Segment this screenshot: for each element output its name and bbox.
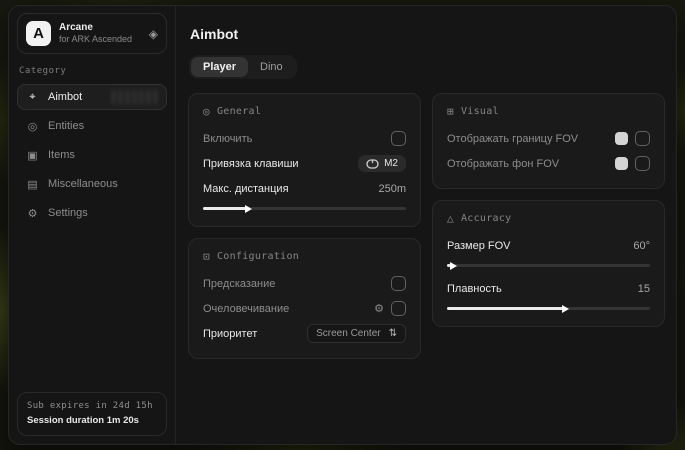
items-icon: ▣ [26,149,39,162]
gear-icon: ⚙ [26,207,39,220]
slider-thumb[interactable] [450,262,457,270]
tab-dino[interactable]: Dino [248,57,295,77]
brand-card: A Arcane for ARK Ascended ◈ [17,13,167,54]
sidebar-item-label: Settings [48,207,88,219]
fov-border-label: Отображать границу FOV [447,133,578,145]
fov-size-label: Размер FOV [447,240,510,252]
sidebar-item-miscellaneous[interactable]: ▤ Miscellaneous [17,171,167,197]
subscription-card: Sub expires in 24d 15h Session duration … [17,392,167,436]
panel-title: Configuration [217,251,299,262]
sub-expires-text: Sub expires in 24d 15h [27,400,157,414]
priority-select[interactable]: Screen Center ⇅ [307,324,406,343]
humanize-checkbox[interactable] [391,301,406,316]
prediction-checkbox[interactable] [391,276,406,291]
main-content: Aimbot Player Dino ◎ General Включить [176,6,677,444]
keybind-button[interactable]: M2 [358,155,406,172]
smoothness-label: Плавность [447,283,502,295]
sidebar-item-label: Entities [48,120,84,132]
panel-general: ◎ General Включить Привязка клавиши [188,93,421,227]
cheat-menu-window: A Arcane for ARK Ascended ◈ Category ⌖ A… [8,5,677,445]
panel-accuracy: △ Accuracy Размер FOV 60° Плавно [432,200,665,327]
panel-title: Accuracy [461,213,512,224]
sidebar-item-label: Aimbot [48,91,82,103]
fov-background-checkbox[interactable] [635,156,650,171]
panel-configuration: ⊡ Configuration Предсказание Очеловечива… [188,238,421,359]
brand-logo: A [26,21,51,46]
sidebar-item-label: Miscellaneous [48,178,118,190]
panel-title: Visual [461,106,499,117]
fov-size-value: 60° [633,240,650,252]
enable-checkbox[interactable] [391,131,406,146]
priority-value: Screen Center [316,328,380,339]
humanize-settings-icon[interactable]: ⚙ [374,302,384,315]
page-title: Aimbot [190,26,665,42]
accuracy-icon: △ [447,212,454,225]
prediction-label: Предсказание [203,278,275,290]
configuration-icon: ⊡ [203,250,210,263]
fov-size-slider[interactable] [447,261,650,270]
category-label: Category [19,66,165,76]
fov-background-label: Отображать фон FOV [447,158,559,170]
select-arrows-icon: ⇅ [389,328,397,339]
target-icon[interactable]: ◈ [149,27,158,41]
priority-label: Приоритет [203,328,257,340]
tab-bar: Player Dino [189,55,297,79]
enable-label: Включить [203,133,252,145]
watermark [112,90,160,104]
fov-background-color-swatch[interactable] [615,157,628,170]
entities-icon: ◎ [26,120,39,133]
brand-subtitle: for ARK Ascended [59,34,141,45]
slider-thumb[interactable] [562,305,569,313]
category-nav: ⌖ Aimbot ◎ Entities ▣ Items ▤ Miscellane… [17,84,167,226]
panel-title: General [217,106,261,117]
brand-name: Arcane [59,22,141,35]
tab-player[interactable]: Player [191,57,248,77]
fov-border-color-swatch[interactable] [615,132,628,145]
fov-border-checkbox[interactable] [635,131,650,146]
smoothness-value: 15 [638,283,650,295]
max-distance-slider[interactable] [203,204,406,213]
crosshair-icon: ⌖ [26,91,39,104]
keybind-label: Привязка клавиши [203,158,299,170]
general-icon: ◎ [203,105,210,118]
sidebar-item-settings[interactable]: ⚙ Settings [17,200,167,226]
smoothness-slider[interactable] [447,304,650,313]
visual-icon: ⊞ [447,105,454,118]
max-distance-value: 250m [378,183,406,195]
sidebar-item-label: Items [48,149,75,161]
sidebar-item-aimbot[interactable]: ⌖ Aimbot [17,84,167,110]
session-duration-text: Session duration 1m 20s [27,414,157,428]
slider-thumb[interactable] [245,205,252,213]
max-distance-label: Макс. дистанция [203,183,289,195]
panel-visual: ⊞ Visual Отображать границу FOV Отобража… [432,93,665,189]
sidebar-item-entities[interactable]: ◎ Entities [17,113,167,139]
sidebar-item-items[interactable]: ▣ Items [17,142,167,168]
sidebar: A Arcane for ARK Ascended ◈ Category ⌖ A… [9,6,176,444]
keybind-value: M2 [384,158,398,169]
humanize-label: Очеловечивание [203,303,289,315]
miscellaneous-icon: ▤ [26,178,39,191]
mouse-icon [366,159,379,169]
